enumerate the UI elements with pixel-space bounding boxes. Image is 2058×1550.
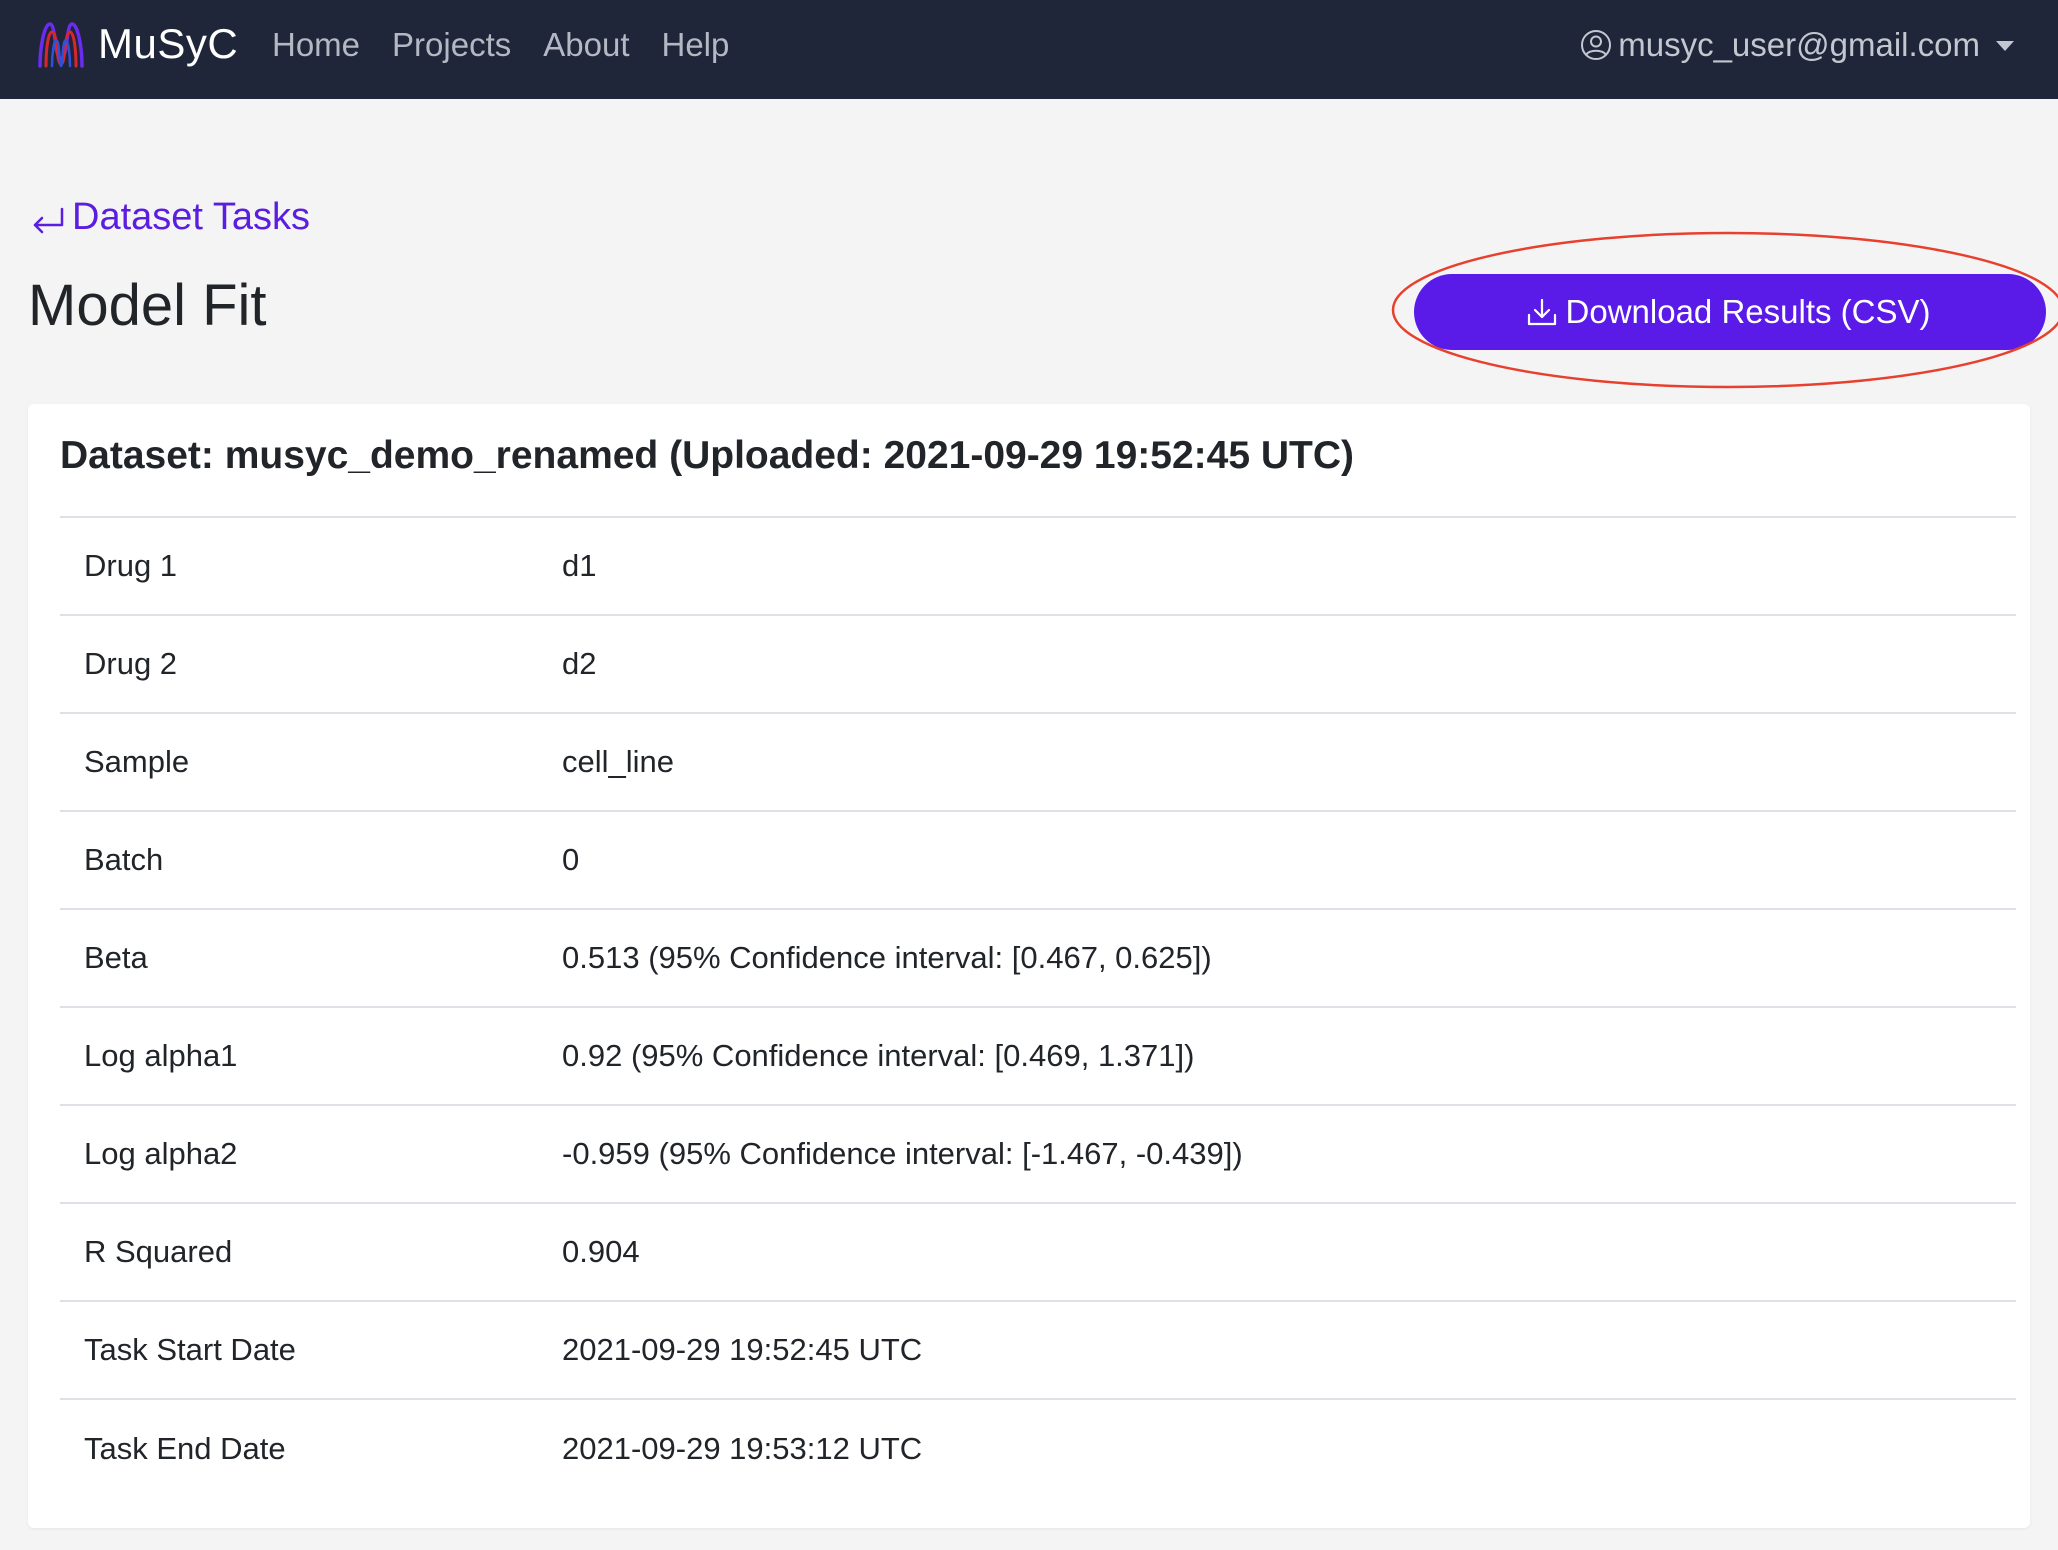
download-results-button[interactable]: Download Results (CSV) — [1414, 274, 2046, 350]
back-to-dataset-tasks-link[interactable]: Dataset Tasks — [30, 196, 310, 239]
table-row-task-start-date: Task Start Date 2021-09-29 19:52:45 UTC — [60, 1300, 2016, 1399]
nav-link-home[interactable]: Home — [272, 22, 360, 68]
dataset-details-card: Dataset: musyc_demo_renamed (Uploaded: 2… — [28, 404, 2030, 1528]
row-label: Task End Date — [60, 1398, 562, 1497]
table-row-drug2: Drug 2 d2 — [60, 614, 2016, 713]
table-row-r-squared: R Squared 0.904 — [60, 1202, 2016, 1301]
table-row-task-end-date: Task End Date 2021-09-29 19:53:12 UTC — [60, 1398, 2016, 1497]
model-fit-table: Drug 1 d1 Drug 2 d2 Sample cell_line Bat… — [60, 516, 2016, 1497]
row-label: R Squared — [60, 1202, 562, 1301]
table-row-drug1: Drug 1 d1 — [60, 516, 2016, 615]
user-email: musyc_user@gmail.com — [1618, 26, 1980, 63]
back-link-label: Dataset Tasks — [72, 196, 310, 238]
row-value: 0 — [562, 810, 2016, 909]
row-label: Sample — [60, 712, 562, 811]
musyc-logo-icon — [38, 22, 84, 68]
row-label: Drug 1 — [60, 516, 562, 615]
dataset-title: Dataset: musyc_demo_renamed (Uploaded: 2… — [60, 434, 1354, 477]
table-row-batch: Batch 0 — [60, 810, 2016, 909]
row-value: 2021-09-29 19:53:12 UTC — [562, 1398, 2016, 1497]
nav-link-help[interactable]: Help — [662, 22, 730, 68]
row-label: Task Start Date — [60, 1300, 562, 1399]
row-value: 2021-09-29 19:52:45 UTC — [562, 1300, 2016, 1399]
return-arrow-icon — [33, 207, 64, 233]
nav-links: Home Projects About Help — [272, 22, 761, 68]
brand-link[interactable]: MuSyC — [36, 18, 238, 70]
row-value: d2 — [562, 614, 2016, 713]
table-row-log-alpha1: Log alpha1 0.92 (95% Confidence interval… — [60, 1006, 2016, 1105]
download-button-label: Download Results (CSV) — [1565, 293, 1931, 330]
top-navbar: MuSyC Home Projects About Help musyc_use… — [0, 0, 2058, 99]
row-label: Drug 2 — [60, 614, 562, 713]
row-label: Beta — [60, 908, 562, 1007]
row-value: 0.92 (95% Confidence interval: [0.469, 1… — [562, 1006, 2016, 1105]
page-title: Model Fit — [28, 273, 267, 338]
nav-link-projects[interactable]: Projects — [392, 22, 511, 68]
row-value: 0.904 — [562, 1202, 2016, 1301]
row-value: 0.513 (95% Confidence interval: [0.467, … — [562, 908, 2016, 1007]
user-menu-dropdown[interactable]: musyc_user@gmail.com — [1580, 22, 2014, 68]
row-value: cell_line — [562, 712, 2016, 811]
row-value: -0.959 (95% Confidence interval: [-1.467… — [562, 1104, 2016, 1203]
row-value: d1 — [562, 516, 2016, 615]
row-label: Log alpha1 — [60, 1006, 562, 1105]
row-label: Batch — [60, 810, 562, 909]
chevron-down-icon — [1996, 41, 2014, 51]
table-row-log-alpha2: Log alpha2 -0.959 (95% Confidence interv… — [60, 1104, 2016, 1203]
table-row-sample: Sample cell_line — [60, 712, 2016, 811]
row-label: Log alpha2 — [60, 1104, 562, 1203]
table-row-beta: Beta 0.513 (95% Confidence interval: [0.… — [60, 908, 2016, 1007]
user-circle-icon — [1581, 30, 1612, 60]
nav-link-about[interactable]: About — [543, 22, 629, 68]
download-icon — [1527, 298, 1556, 326]
brand-name: MuSyC — [98, 20, 239, 67]
